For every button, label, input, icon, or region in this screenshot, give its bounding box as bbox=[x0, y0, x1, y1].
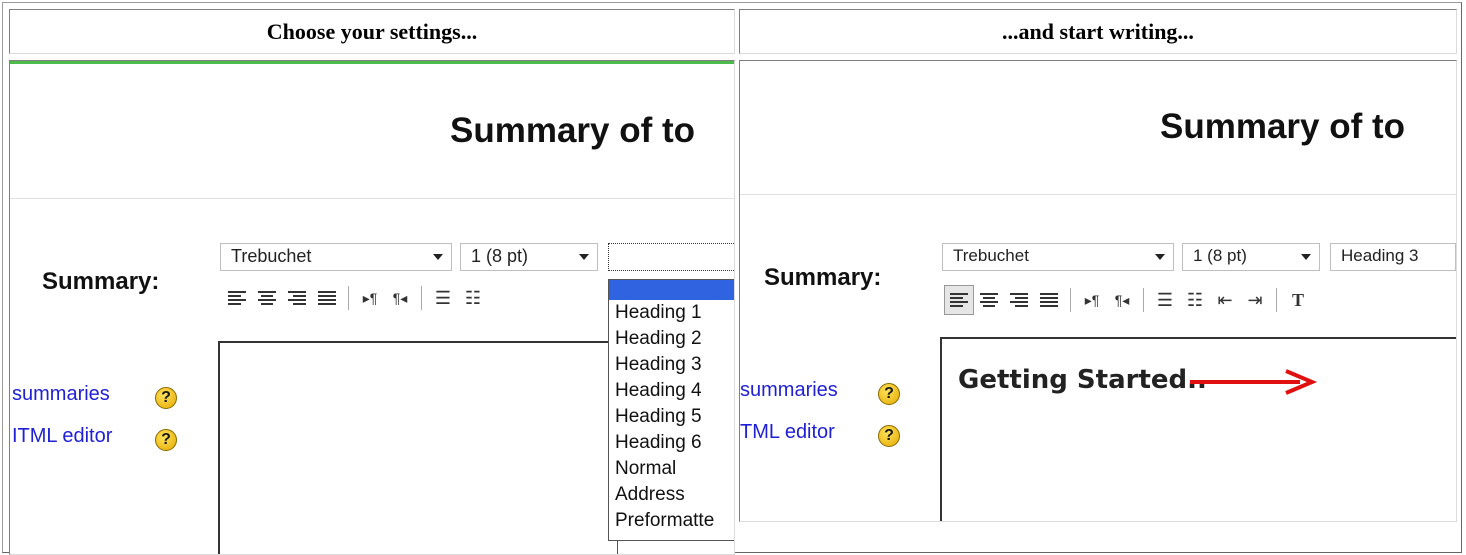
toolbar-separator bbox=[1276, 288, 1277, 312]
editor-toolbar: ▸¶ ¶◂ ☰ ☷ bbox=[222, 283, 488, 313]
outdent-button[interactable]: ⇤ bbox=[1210, 285, 1240, 315]
page-title: Summary of to bbox=[1160, 107, 1406, 146]
left-header-cell: Choose your settings... bbox=[9, 9, 735, 54]
ltr-icon: ▸¶ bbox=[1084, 291, 1100, 308]
font-family-value: Trebuchet bbox=[231, 246, 312, 266]
paragraph-format-value: Heading 3 bbox=[1341, 246, 1419, 265]
justify-button[interactable] bbox=[312, 283, 342, 313]
ordered-list-icon: ☰ bbox=[434, 287, 452, 308]
paragraph-format-dropdown: Heading 1 Heading 2 Heading 3 Heading 4 … bbox=[608, 279, 734, 541]
align-left-button[interactable] bbox=[944, 285, 974, 315]
justify-icon bbox=[1040, 293, 1058, 307]
rtl-button[interactable]: ¶◂ bbox=[1107, 285, 1137, 315]
font-size-value: 1 (8 pt) bbox=[1193, 246, 1247, 265]
page-title: Summary of to bbox=[450, 111, 696, 150]
unordered-list-icon: ☷ bbox=[464, 287, 482, 308]
align-left-icon bbox=[950, 293, 968, 307]
paragraph-format-select[interactable] bbox=[608, 243, 734, 271]
html-editor-link[interactable]: ITML editor bbox=[12, 425, 112, 448]
right-header-cell: ...and start writing... bbox=[739, 9, 1457, 54]
summary-field-label: Summary: bbox=[42, 268, 160, 295]
help-icon[interactable]: ? bbox=[155, 429, 177, 451]
html-editor-link[interactable]: TML editor bbox=[740, 421, 835, 444]
text-color-button[interactable]: T bbox=[1283, 285, 1313, 315]
toolbar-separator bbox=[421, 286, 422, 310]
toolbar-separator bbox=[348, 286, 349, 310]
right-screenshot-panel: Summary of to Summary: Trebuchet 1 (8 pt… bbox=[739, 60, 1457, 522]
ordered-list-button[interactable]: ☰ bbox=[1150, 285, 1180, 315]
editor-toolbar: ▸¶ ¶◂ ☰ ☷ ⇤ ⇥ T bbox=[944, 285, 1313, 315]
ordered-list-button[interactable]: ☰ bbox=[428, 283, 458, 313]
dropdown-option[interactable]: Preformatte bbox=[609, 508, 734, 534]
dropdown-option[interactable]: Heading 2 bbox=[609, 326, 734, 352]
ltr-button[interactable]: ▸¶ bbox=[1077, 285, 1107, 315]
font-family-select[interactable]: Trebuchet bbox=[220, 243, 452, 271]
align-center-icon bbox=[980, 293, 998, 307]
align-left-icon bbox=[228, 291, 246, 305]
align-right-icon bbox=[1010, 293, 1028, 307]
align-right-icon bbox=[288, 291, 306, 305]
ordered-list-icon: ☰ bbox=[1156, 289, 1174, 310]
chevron-down-icon bbox=[1301, 254, 1311, 260]
align-left-button[interactable] bbox=[222, 283, 252, 313]
divider bbox=[10, 198, 734, 199]
unordered-list-button[interactable]: ☷ bbox=[1180, 285, 1210, 315]
left-screenshot-panel: Summary of to Summary: Trebuchet 1 (8 pt… bbox=[9, 60, 735, 555]
dropdown-option[interactable]: Normal bbox=[609, 456, 734, 482]
annotation-arrow-icon bbox=[1190, 369, 1318, 395]
chevron-down-icon bbox=[433, 254, 443, 260]
right-header-text: ...and start writing... bbox=[1002, 18, 1194, 44]
accent-line bbox=[10, 61, 734, 64]
help-icon[interactable]: ? bbox=[878, 383, 900, 405]
unordered-list-icon: ☷ bbox=[1186, 289, 1204, 310]
html-editor-area[interactable] bbox=[218, 341, 618, 554]
paragraph-format-select[interactable]: Heading 3 bbox=[1330, 243, 1456, 271]
font-size-select[interactable]: 1 (8 pt) bbox=[1182, 243, 1320, 271]
left-header-text: Choose your settings... bbox=[266, 18, 478, 44]
outdent-icon: ⇤ bbox=[1217, 289, 1233, 310]
justify-button[interactable] bbox=[1034, 285, 1064, 315]
help-icon[interactable]: ? bbox=[878, 425, 900, 447]
summary-field-label: Summary: bbox=[764, 264, 882, 291]
chevron-down-icon bbox=[579, 254, 589, 260]
dropdown-option[interactable]: Heading 5 bbox=[609, 404, 734, 430]
summaries-link[interactable]: summaries bbox=[740, 379, 838, 402]
toolbar-separator bbox=[1070, 288, 1071, 312]
rtl-button[interactable]: ¶◂ bbox=[385, 283, 415, 313]
rtl-icon: ¶◂ bbox=[1114, 291, 1130, 308]
align-right-button[interactable] bbox=[1004, 285, 1034, 315]
dropdown-option[interactable]: Heading 4 bbox=[609, 378, 734, 404]
dropdown-option[interactable]: Address bbox=[609, 482, 734, 508]
divider bbox=[740, 194, 1456, 195]
ltr-button[interactable]: ▸¶ bbox=[355, 283, 385, 313]
unordered-list-button[interactable]: ☷ bbox=[458, 283, 488, 313]
indent-icon: ⇥ bbox=[1247, 289, 1263, 310]
align-center-icon bbox=[258, 291, 276, 305]
align-center-button[interactable] bbox=[252, 283, 282, 313]
help-icon[interactable]: ? bbox=[155, 387, 177, 409]
justify-icon bbox=[318, 291, 336, 305]
html-editor-area[interactable]: Getting Started.. bbox=[940, 337, 1456, 521]
toolbar-separator bbox=[1143, 288, 1144, 312]
text-color-icon: T bbox=[1291, 289, 1304, 310]
summaries-link[interactable]: summaries bbox=[12, 383, 110, 406]
dropdown-option[interactable] bbox=[609, 280, 734, 300]
font-family-select[interactable]: Trebuchet bbox=[942, 243, 1174, 271]
font-family-value: Trebuchet bbox=[953, 246, 1029, 265]
editor-heading-text: Getting Started.. bbox=[958, 365, 1207, 395]
align-center-button[interactable] bbox=[974, 285, 1004, 315]
dropdown-option[interactable]: Heading 3 bbox=[609, 352, 734, 378]
chevron-down-icon bbox=[1155, 254, 1165, 260]
dropdown-option[interactable]: Heading 6 bbox=[609, 430, 734, 456]
font-size-select[interactable]: 1 (8 pt) bbox=[460, 243, 598, 271]
indent-button[interactable]: ⇥ bbox=[1240, 285, 1270, 315]
font-size-value: 1 (8 pt) bbox=[471, 246, 529, 266]
ltr-icon: ▸¶ bbox=[362, 289, 378, 306]
dropdown-option[interactable]: Heading 1 bbox=[609, 300, 734, 326]
rtl-icon: ¶◂ bbox=[392, 289, 408, 306]
align-right-button[interactable] bbox=[282, 283, 312, 313]
